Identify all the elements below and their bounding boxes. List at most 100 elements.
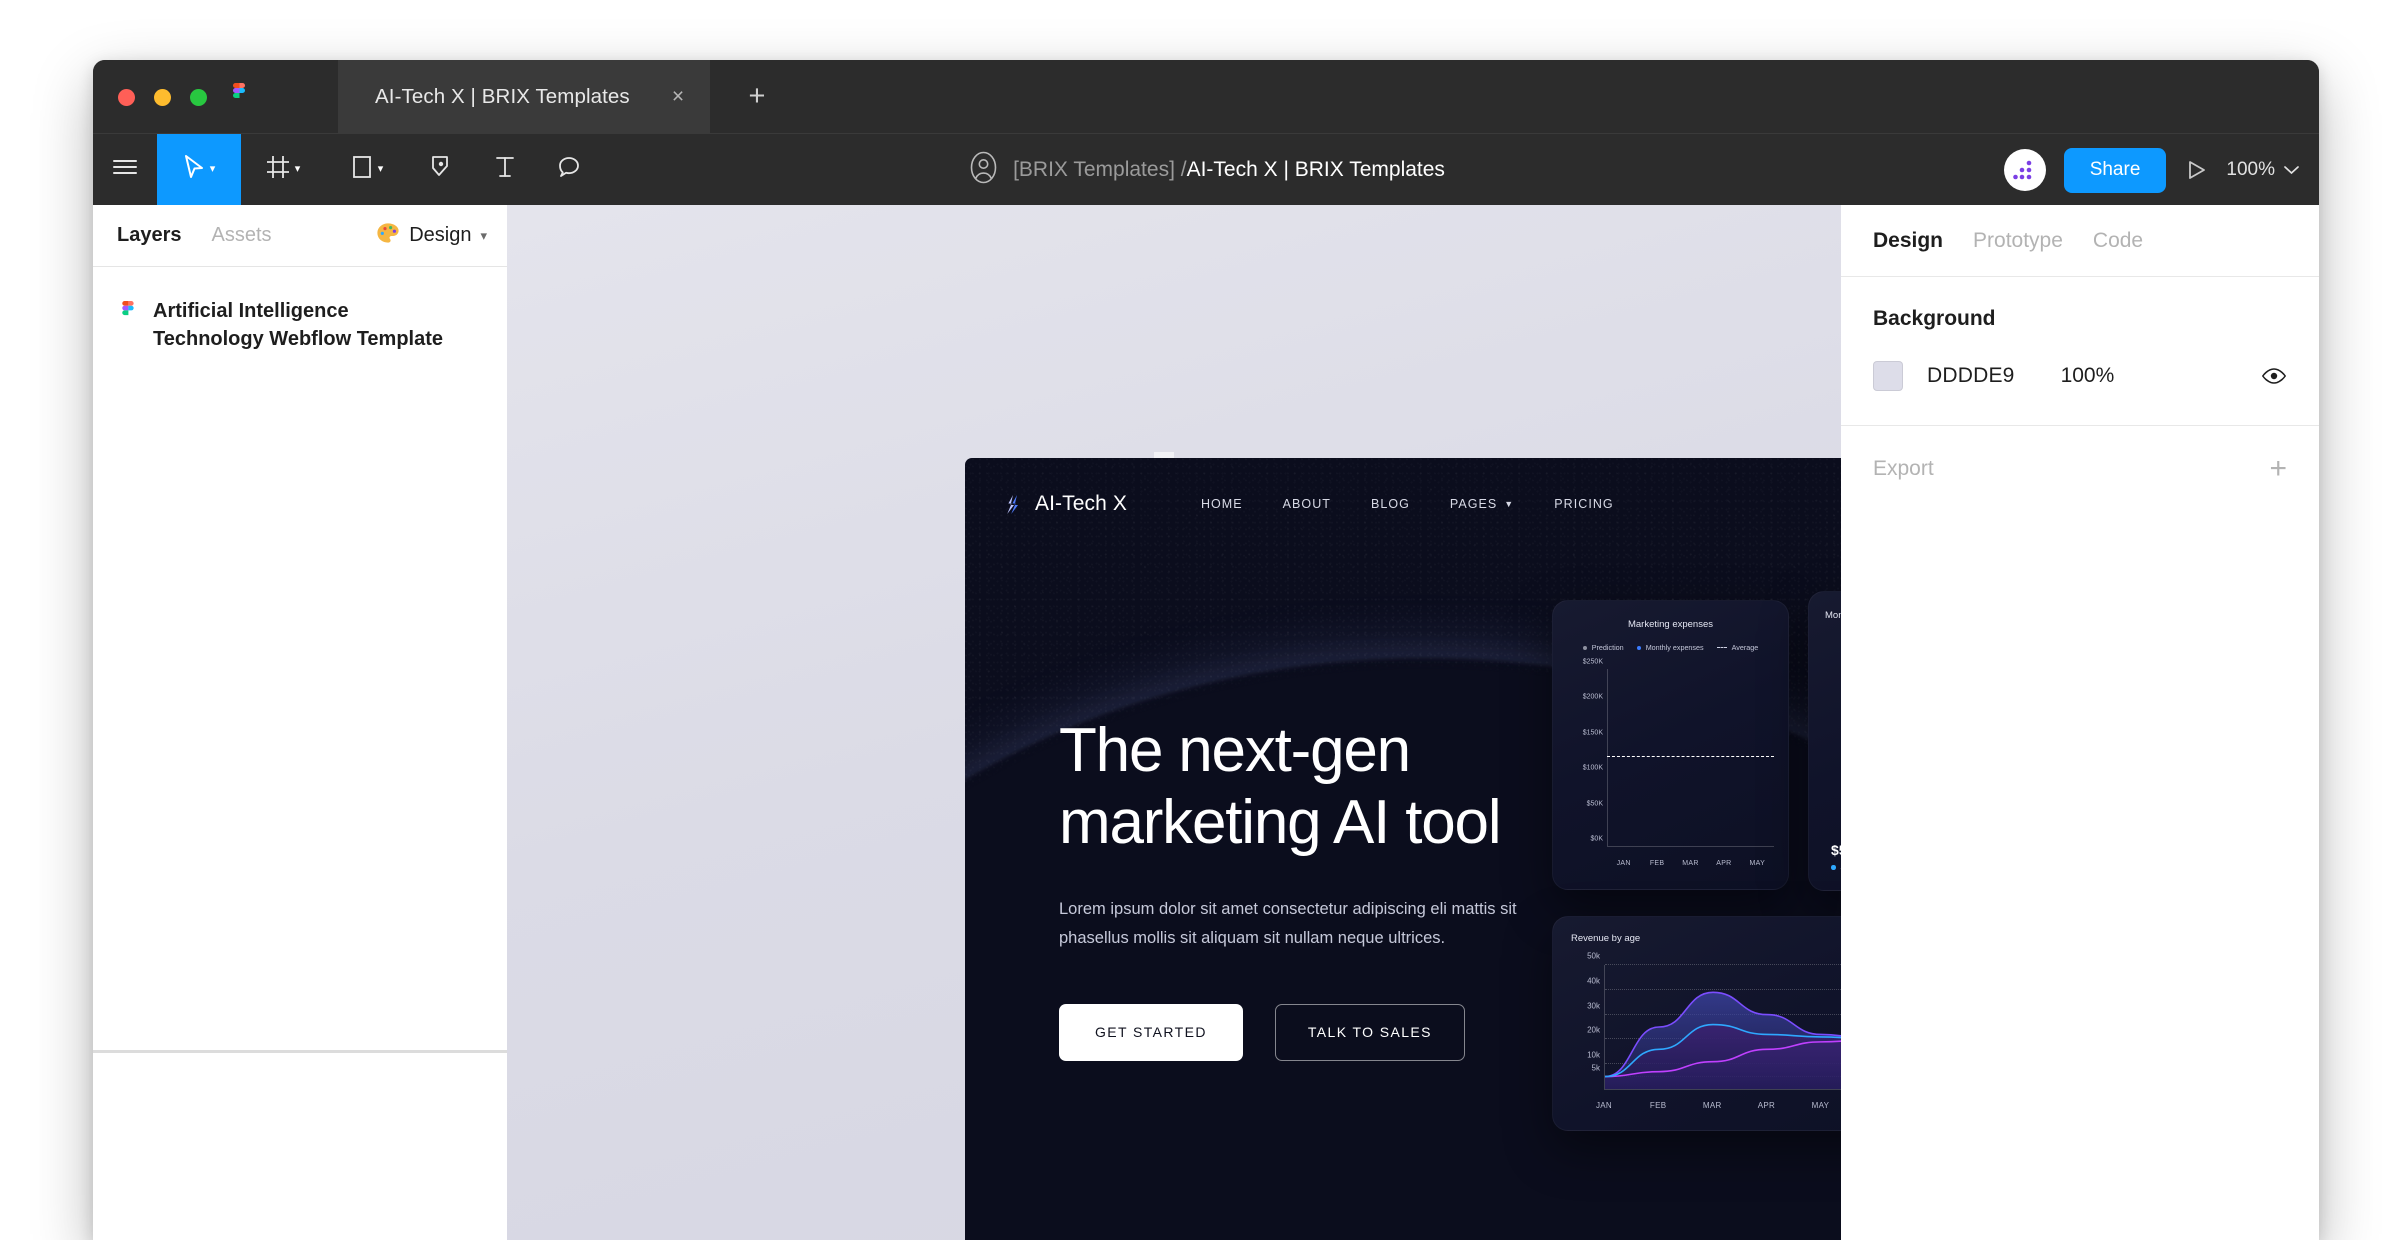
revenue-by-age-card[interactable]: Revenue by age 18 - 29 30 - 49 50 - 69 5… [1552, 916, 1841, 1131]
hero-title-line1: The next-gen [1059, 716, 1411, 785]
menu-label: HOME [1200, 497, 1243, 511]
share-button[interactable]: Share [2063, 147, 2167, 193]
browser-tab[interactable]: AI-Tech X | BRIX Templates × [338, 60, 710, 133]
play-icon[interactable] [2184, 158, 2208, 182]
breadcrumb-team: [BRIX Templates] / [1013, 158, 1187, 181]
hero-get-started-button[interactable]: GET STARTED [1059, 1003, 1243, 1061]
chevron-down-icon: ▾ [480, 227, 487, 243]
site-logo[interactable]: AI-Tech X [1004, 492, 1127, 516]
chart-grid: $0K $50K $100K $150K $200K $250K [1583, 659, 1774, 847]
legend-swatch [1636, 645, 1641, 650]
opacity-value[interactable]: 100% [2061, 364, 2115, 388]
menu-label: BLOG [1370, 497, 1410, 511]
eye-icon[interactable] [2261, 367, 2287, 385]
tab-assets[interactable]: Assets [212, 224, 272, 247]
left-sidebar-tabs: Layers Assets Design ▾ [93, 205, 507, 267]
comment-icon [557, 155, 581, 184]
average-line [1607, 755, 1774, 757]
close-icon[interactable]: × [662, 81, 694, 113]
chevron-down-icon[interactable]: ▾ [378, 164, 384, 175]
text-tool-button[interactable] [473, 134, 537, 205]
chart-y-tick: 5k [1591, 1063, 1600, 1073]
cursor-icon [183, 154, 205, 185]
tab-code[interactable]: Code [2093, 229, 2143, 253]
frame-tool-button[interactable]: ▾ [241, 134, 325, 205]
chart-title: Monthly sales [1825, 610, 1841, 621]
layer-list: Artificial Intelligence Technology Webfl… [93, 267, 507, 362]
section-title: Export [1873, 457, 1934, 480]
card-header: Revenue by age 18 - 29 30 - 49 50 - 69 [1571, 933, 1841, 944]
browser-tab-title: AI-Tech X | BRIX Templates [375, 84, 630, 108]
hero-talk-to-sales-button[interactable]: TALK TO SALES [1274, 1003, 1465, 1061]
right-sidebar-tabs: Design Prototype Code [1841, 205, 2319, 277]
window-titlebar: AI-Tech X | BRIX Templates × + [93, 60, 2319, 133]
hero-title-line2: marketing AI tool [1059, 787, 1502, 857]
shape-tool-button[interactable]: ▾ [325, 134, 409, 205]
color-hex-value[interactable]: DDDDE9 [1927, 364, 2015, 388]
chart-x-tick: APR [1757, 1101, 1776, 1110]
tab-layers[interactable]: Layers [117, 224, 182, 247]
chart-title: Revenue by age [1571, 933, 1641, 944]
new-tab-button[interactable]: + [741, 81, 773, 113]
site-menu-item-about[interactable]: ABOUT [1263, 497, 1351, 511]
legend-swatch [1831, 865, 1836, 870]
comment-tool-button[interactable] [537, 134, 601, 205]
chart-x-tick: MAR [1702, 1101, 1722, 1110]
avatar[interactable] [2003, 149, 2046, 191]
pen-icon [429, 154, 453, 185]
zoom-level-control[interactable]: 100% [2226, 159, 2299, 181]
chevron-down-icon[interactable]: ▾ [295, 164, 301, 175]
site-menu-item-pricing[interactable]: PRICING [1534, 497, 1633, 511]
pen-tool-button[interactable] [409, 134, 473, 205]
legend-swatch [1582, 645, 1587, 650]
hero-subtitle: Lorem ipsum dolor sit amet consectetur a… [1059, 899, 1517, 948]
chart-y-tick: $50K [1586, 800, 1603, 808]
site-menu-item-blog[interactable]: BLOG [1351, 497, 1430, 511]
legend-item-prediction: Prediction [1582, 643, 1624, 652]
ai-tech-bolt-icon [1004, 494, 1024, 515]
window-traffic-lights [118, 89, 207, 106]
background-section: Background DDDDE9 100% [1841, 277, 2319, 426]
breadcrumb[interactable]: [BRIX Templates] /AI-Tech X | BRIX Templ… [1013, 158, 1445, 182]
chart-title: Marketing expenses [1627, 619, 1714, 630]
background-fill-row: DDDDE9 100% [1873, 361, 2287, 391]
sales-stats: $512.1K 8,650 products $344.2K 3,837 sub… [1831, 842, 1841, 872]
marketing-expenses-card[interactable]: Marketing expenses Prediction Monthly ex… [1552, 600, 1789, 890]
figma-file-icon [118, 301, 138, 334]
tab-prototype[interactable]: Prototype [1973, 229, 2063, 253]
design-frame[interactable]: AI-Tech X HOME ABOUT BLOG PAGES ▼ PRICING… [965, 458, 1841, 1240]
add-export-button[interactable]: + [2269, 454, 2287, 484]
minimize-window-button[interactable] [154, 89, 171, 106]
move-tool-button[interactable]: ▾ [157, 134, 241, 205]
legend-item-average: Average [1716, 643, 1758, 652]
chart-y-tick: 40k [1587, 976, 1600, 986]
right-sidebar: Design Prototype Code Background DDDDE9 … [1841, 205, 2319, 1240]
figma-toolbar: ▾ ▾ ▾ [BRIX Templates] /AI-Tech X | BRIX… [93, 133, 2319, 205]
chart-plot-area: 5k10k20k30k40k50k JANFEBMARAPRMAYJUNJULA… [1571, 952, 1841, 1118]
chart-y-tick: 50k [1587, 951, 1600, 961]
text-icon [494, 155, 516, 184]
design-library-switch[interactable]: Design ▾ [376, 222, 487, 250]
card-header: Monthly sales Jan 2024 ▾ [1825, 610, 1841, 621]
menu-label: PRICING [1554, 497, 1614, 511]
canvas[interactable]: AI-Tech X HOME ABOUT BLOG PAGES ▼ PRICING… [507, 205, 1841, 1240]
stat-products: $512.1K 8,650 products [1831, 842, 1841, 872]
list-item[interactable]: Artificial Intelligence Technology Webfl… [93, 289, 507, 362]
main-menu-button[interactable] [93, 134, 157, 205]
maximize-window-button[interactable] [190, 89, 207, 106]
chart-y-tick: $0K [1590, 835, 1603, 843]
color-swatch[interactable] [1873, 361, 1903, 391]
chevron-down-icon[interactable]: ▾ [210, 164, 216, 175]
divider [93, 1050, 507, 1053]
site-menu-item-home[interactable]: HOME [1181, 497, 1263, 511]
account-avatar-icon[interactable] [967, 151, 1000, 189]
toolbar-right-group: Share 100% [2003, 134, 2299, 206]
hamburger-icon [111, 157, 139, 182]
zoom-level-label: 100% [2226, 159, 2275, 180]
tab-design[interactable]: Design [1873, 229, 1943, 253]
menu-label: PAGES [1449, 497, 1498, 511]
site-menu-item-pages[interactable]: PAGES ▼ [1430, 497, 1534, 511]
close-window-button[interactable] [118, 89, 135, 106]
chart-x-tick: JAN [1595, 1101, 1612, 1110]
monthly-sales-card[interactable]: Monthly sales Jan 2024 ▾ [1808, 591, 1841, 891]
